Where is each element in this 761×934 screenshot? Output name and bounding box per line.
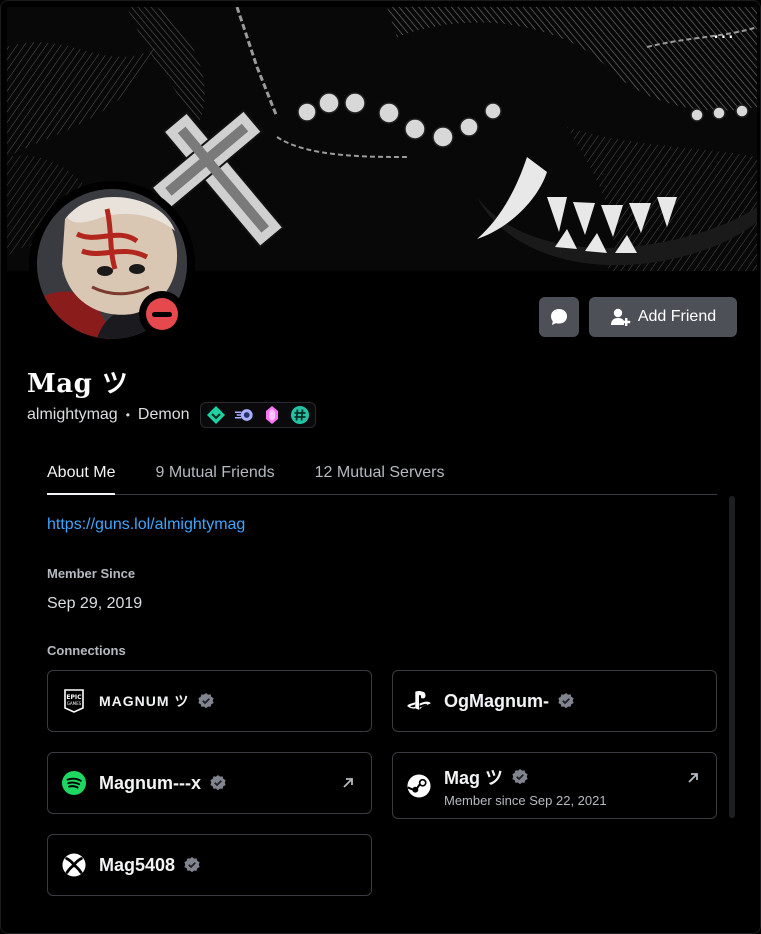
tab-mutual-servers[interactable]: 12 Mutual Servers [315,464,445,495]
nitro-diamond-badge-icon[interactable] [206,405,226,425]
bio-link[interactable]: https://guns.lol/almightymag [47,516,245,534]
xbox-icon [62,853,86,877]
profile-tabs: About Me 9 Mutual Friends 12 Mutual Serv… [47,464,717,495]
svg-text:GAMES: GAMES [67,701,82,706]
member-since-value: Sep 29, 2019 [47,595,143,612]
scrollbar[interactable] [729,496,735,818]
chat-bubble-icon [551,309,567,325]
connection-spotify[interactable]: Magnum---x [47,752,372,814]
hashtag-badge-icon[interactable] [290,405,310,425]
badge-list [200,402,317,428]
verified-check-icon [511,768,529,786]
more-options-icon[interactable]: ··· [713,27,735,47]
connection-subtitle: Member since Sep 22, 2021 [444,792,607,808]
tab-mutual-friends[interactable]: 9 Mutual Friends [155,464,274,495]
playstation-icon [407,689,431,713]
connection-name: Mag5408 [99,854,176,875]
external-link-icon[interactable] [686,771,700,785]
tab-about-me[interactable]: About Me [47,464,116,495]
separator-dot: • [125,408,130,422]
member-since-heading: Member Since [47,566,136,581]
connection-epic-games[interactable]: EPIC GAMES MAGNUM ツ [47,670,372,732]
connection-name: OgMagnum- [444,690,549,711]
connection-steam[interactable]: Mag ツ Member since Sep 22, 2021 [392,752,717,819]
connection-name: Mag ツ [444,767,504,788]
do-not-disturb-icon [146,298,178,330]
add-friend-label: Add Friend [637,308,717,325]
connections-heading: Connections [47,643,126,658]
connection-xbox[interactable]: Mag5408 [47,834,372,896]
profile-modal: ··· Add Friend Mag ツ almightymag • Demon… [0,0,761,934]
add-friend-button[interactable]: Add Friend [589,297,737,337]
display-name: Mag ツ [27,369,129,399]
epic-games-icon: EPIC GAMES [62,689,86,713]
add-friend-icon [610,308,631,326]
speed-boost-badge-icon[interactable] [234,405,254,425]
pink-gem-badge-icon[interactable] [262,405,282,425]
status-indicator [139,291,185,337]
username[interactable]: almightymag [27,406,118,424]
verified-check-icon [557,692,575,710]
verified-check-icon [197,692,215,710]
verified-check-icon [183,856,201,874]
connection-name: Magnum---x [99,772,201,793]
connection-playstation[interactable]: OgMagnum- [392,670,717,732]
username-row: almightymag • Demon [27,402,317,428]
verified-check-icon [209,774,227,792]
message-button[interactable] [539,297,579,337]
connection-name: MAGNUM ツ [99,693,190,709]
steam-icon [407,773,431,798]
pronoun-tag: Demon [137,406,190,423]
svg-text:EPIC: EPIC [66,694,82,701]
steam-text-block: Mag ツ Member since Sep 22, 2021 [444,764,607,808]
external-link-icon[interactable] [341,776,355,790]
spotify-icon [62,771,86,795]
